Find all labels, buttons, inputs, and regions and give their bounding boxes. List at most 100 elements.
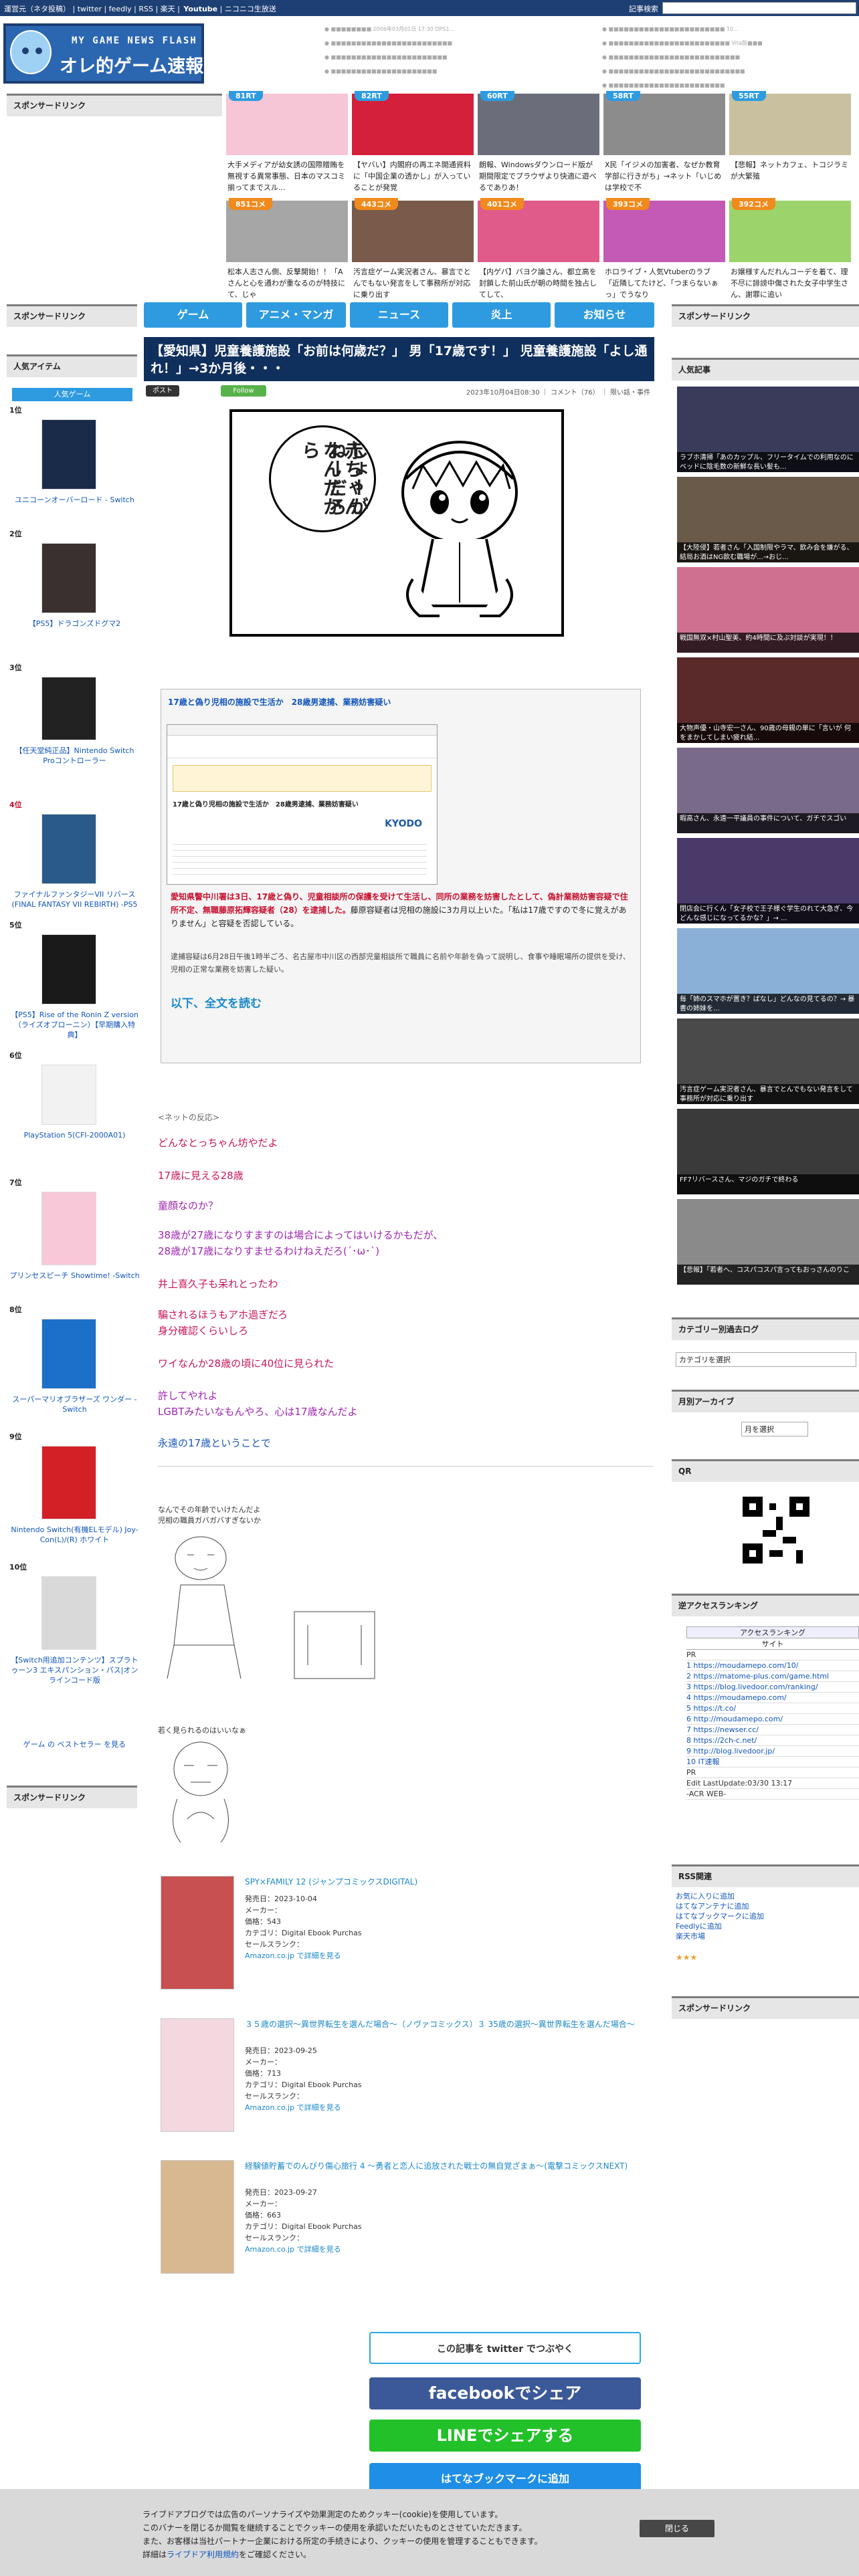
- category-select[interactable]: カテゴリを選択: [676, 1352, 856, 1367]
- bestseller-link[interactable]: ゲーム の ベストセラー を見る: [9, 1739, 140, 1749]
- popular-article[interactable]: 大物声優・山寺宏一さん、90歳の母親の単に「言いが 何をまかしてしまい疲れ結..…: [677, 657, 859, 743]
- nav-enjo[interactable]: 炎上: [452, 302, 551, 328]
- ranking-title[interactable]: 朗報、Windowsダウンロード版が期間限定でプラウザより快適に遊べるでありあ！: [479, 159, 598, 194]
- amazon-link[interactable]: Amazon.co.jp で詳細を見る: [245, 2102, 640, 2113]
- ranking-title[interactable]: ホロライブ・人気Vtuberのラブ「近隣してたけど、「つまらないぁっ」でうなり: [605, 266, 724, 301]
- share-facebook-button[interactable]: facebookでシェア: [369, 2377, 641, 2409]
- terms-link[interactable]: ライブドア利用規約: [167, 2550, 239, 2559]
- month-select[interactable]: 月を選択: [741, 1422, 808, 1436]
- rss-link[interactable]: 楽天市場: [676, 1931, 764, 1941]
- acr-row[interactable]: 7 https://newser.cc/: [686, 1725, 859, 1735]
- ranking-title[interactable]: 汚言症ゲーム実況者さん、暴言でとんでもない発言をして事務所が対応に乗り出す: [353, 266, 472, 301]
- share-twitter-button[interactable]: この記事を twitter でつぶやく: [369, 2332, 641, 2364]
- acr-row[interactable]: 2 https://matome-plus.com/game.html: [686, 1671, 859, 1682]
- ranking-card[interactable]: 60RT 朗報、Windowsダウンロード版が期間限定でプラウザより快適に遊べるで…: [478, 91, 599, 204]
- nav-anime-manga[interactable]: アニメ・マンガ: [246, 302, 346, 328]
- ranking-card[interactable]: 401コメ 【内ゲバ】バヨク論さん、都立高を封鎖した前山氏が朝の時間を独占してして…: [478, 198, 599, 311]
- header-link[interactable]: ■■■■■■■■ 2006年03月01日 17:30 DPS1...: [324, 22, 619, 36]
- acr-row[interactable]: 1 https://moudamepo.com/10/: [686, 1660, 859, 1671]
- item-name[interactable]: 【PS5】Rise of the Ronin Z version（ライズオブロー…: [9, 1010, 140, 1040]
- niconico-link[interactable]: | ニコニコ生放送: [220, 5, 276, 13]
- item-image[interactable]: [41, 814, 96, 884]
- ranking-thumbnail[interactable]: [478, 94, 599, 155]
- acr-row[interactable]: 10 IT速報: [686, 1757, 859, 1767]
- popular-article-title[interactable]: 戦国無双×村山聖美、約4時間に及ぶ対談が実現！！: [677, 633, 859, 653]
- header-link[interactable]: ■■■■■■■■■■■■■■■■■■■■■■■ 10...: [602, 22, 856, 36]
- item-name[interactable]: PlayStation 5(CFI-2000A01): [9, 1130, 140, 1140]
- item-image[interactable]: [41, 677, 96, 740]
- popular-article[interactable]: 暇高さん、永遠一平議員の事件について、ガチでスゴい: [677, 748, 859, 833]
- item-name[interactable]: Nintendo Switch(有機ELモデル) Joy-Con(L)/(R) …: [9, 1525, 140, 1545]
- popular-article[interactable]: 毎「姉のスマホが置き？ばなし」どんなの見てるの？→ 暴書の姉妹を...: [677, 928, 859, 1014]
- item-name[interactable]: 【任天堂純正品】Nintendo Switch Proコントローラー: [9, 746, 140, 766]
- popular-article-title[interactable]: 【大陸侵】若者さん「入国制限やラマ、飲み会を嫌がる、結局お酒はNG飲む職場が..…: [677, 542, 859, 562]
- acr-row[interactable]: PR: [686, 1767, 859, 1778]
- amazon-link[interactable]: Amazon.co.jp で詳細を見る: [245, 2244, 640, 2255]
- ranking-thumbnail[interactable]: [352, 94, 474, 155]
- header-link[interactable]: ■■■■■■■■■■■■■■■■■■■■■■■■■■: [602, 50, 856, 64]
- product-cover[interactable]: [161, 1876, 234, 1990]
- popular-tab[interactable]: 人気ゲーム: [12, 388, 132, 401]
- header-link[interactable]: ■■■■■■■■■■■■■■■■■■■■■■■: [602, 78, 856, 92]
- ranking-thumbnail[interactable]: [603, 94, 725, 155]
- item-name[interactable]: 【Switch用追加コンテンツ】スプラトゥーン3 エキスパンション・パス|オンラ…: [9, 1655, 140, 1685]
- youtube-link[interactable]: Youtube: [183, 5, 217, 13]
- item-name[interactable]: 【PS5】ドラゴンズドグマ2: [9, 619, 140, 629]
- ranking-card[interactable]: 82RT 【ヤバい】内閣府の再エネ開通資料に「中国企業の透かし」が入っていることが…: [352, 91, 474, 204]
- popular-article-title[interactable]: ラブホ清掃「あのカップル、フリータイムでの利用なのにベッドに陰毛数の新鮮な長い髪…: [677, 452, 859, 472]
- item-image[interactable]: [41, 1065, 96, 1125]
- ranking-title[interactable]: 【悲報】ネットカフェ、トコジラミが大繁殖: [731, 159, 850, 194]
- item-name[interactable]: ファイナルファンタジーVII リバース(FINAL FANTASY VII RE…: [9, 889, 140, 909]
- rss-link[interactable]: お気に入りに追加: [676, 1891, 764, 1901]
- acr-row[interactable]: 6 http://moudamepo.com/: [686, 1714, 859, 1725]
- product-title[interactable]: ３５歳の選択～異世界転生を選んだ場合～（ノヴァコミックス）３ 35歳の選択～異世…: [245, 2018, 640, 2030]
- product-title[interactable]: 経験値貯蓄でのんびり傷心旅行 4 ～勇者と恋人に追放された戦士の無自覚ざまぁ～(…: [245, 2160, 640, 2172]
- rss-link[interactable]: はてなアンテナに追加: [676, 1901, 764, 1911]
- item-image[interactable]: [41, 1446, 96, 1519]
- acr-row[interactable]: -ACR WEB-: [686, 1789, 859, 1800]
- ranking-card[interactable]: 443コメ 汚言症ゲーム実況者さん、暴言でとんでもない発言をして事務所が対応に乗り…: [352, 198, 474, 311]
- tweet-button[interactable]: ポスト: [146, 385, 179, 397]
- acr-row[interactable]: 3 https://blog.livedoor.com/ranking/: [686, 1682, 859, 1693]
- follow-button[interactable]: Follow: [221, 385, 266, 397]
- item-name[interactable]: プリンセスピーチ Showtime! -Switch: [9, 1271, 140, 1281]
- header-link[interactable]: ■■■■■■■■■■■■■■■■■■■■■■■: [324, 50, 619, 64]
- ranking-card[interactable]: 392コメ お嬢様すんだれんコーデを着て、理不尽に誹謗中傷された女子中学生さん、謝…: [729, 198, 851, 311]
- header-link[interactable]: ■■■■■■■■■■■■■■■■■■■■■■■■ Vita版■■■: [602, 36, 856, 50]
- item-image[interactable]: [41, 419, 96, 490]
- ranking-card[interactable]: 55RT 【悲報】ネットカフェ、トコジラミが大繁殖: [729, 91, 851, 204]
- acr-row[interactable]: Edit LastUpdate:03/30 13:17: [686, 1778, 859, 1789]
- nav-info[interactable]: お知らせ: [555, 302, 654, 328]
- acr-row[interactable]: 8 https://2ch-c.net/: [686, 1735, 859, 1746]
- nav-news[interactable]: ニュース: [350, 302, 448, 328]
- acr-row[interactable]: 4 https://moudamepo.com/: [686, 1693, 859, 1703]
- site-logo[interactable]: MY GAME NEWS FLASH オレ的ゲーム速報@JIN: [3, 23, 250, 84]
- item-image[interactable]: [41, 1192, 96, 1265]
- acr-row[interactable]: PR: [686, 1650, 859, 1660]
- popular-article-title[interactable]: 【悲報】「若者へ、コスパコスパ言ってもおっさんのりこ: [677, 1265, 859, 1285]
- ranking-title[interactable]: 大手メディアが幼女誘の国際贈賄を無視する異常事態、日本のマスコミ揃ってまでスル.…: [227, 159, 347, 194]
- ranking-card[interactable]: 851コメ 松本人志さん側、反撃開始！！「Aさんと心を通わが重なるのが特技にて、じ…: [226, 198, 348, 311]
- popular-article-title[interactable]: 閉店会に行くん「女子校で王子様ぐ学生のれて大急ぎ、今どんな感じになってるかな？」…: [677, 903, 859, 924]
- item-name[interactable]: スーパーマリオブラザーズ ワンダー -Switch: [9, 1394, 140, 1414]
- share-line-button[interactable]: LINEでシェアする: [369, 2420, 641, 2452]
- acr-row[interactable]: 9 http://blog.livedoor.jp/: [686, 1746, 859, 1757]
- product-cover[interactable]: [161, 2018, 234, 2132]
- nav-game[interactable]: ゲーム: [144, 302, 242, 328]
- ranking-thumbnail[interactable]: [226, 94, 348, 155]
- ranking-card[interactable]: 393コメ ホロライブ・人気Vtuberのラブ「近隣してたけど、「つまらないぁっ」…: [603, 198, 725, 311]
- source-heading[interactable]: 17歳と偽り児相の施設で生活か 28歳男逮捕、業務妨害疑い: [168, 696, 634, 708]
- acr-row[interactable]: 5 https://t.co/: [686, 1703, 859, 1714]
- popular-article[interactable]: ラブホ清掃「あのカップル、フリータイムでの利用なのにベッドに陰毛数の新鮮な長い髪…: [677, 387, 859, 472]
- product-cover[interactable]: [161, 2160, 234, 2274]
- popular-article-title[interactable]: FF7リバースさん、マジのガチで終わる: [677, 1174, 859, 1194]
- ranking-title[interactable]: お嬢様すんだれんコーデを着て、理不尽に誹謗中傷された女子中学生さん、謝罪に追い: [731, 266, 850, 301]
- item-image[interactable]: [41, 1319, 96, 1389]
- item-name[interactable]: ユニコーンオーバーロード - Switch: [9, 495, 140, 505]
- popular-article-title[interactable]: 暇高さん、永遠一平議員の事件について、ガチでスゴい: [677, 813, 859, 833]
- rss-link[interactable]: Feedlyに追加: [676, 1921, 764, 1931]
- item-image[interactable]: [41, 543, 96, 613]
- popular-article[interactable]: 【大陸侵】若者さん「入国制限やラマ、飲み会を嫌がる、結局お酒はNG飲む職場が..…: [677, 477, 859, 562]
- popular-article-title[interactable]: 毎「姉のスマホが置き？ばなし」どんなの見てるの？→ 暴書の姉妹を...: [677, 994, 859, 1014]
- ranking-title[interactable]: 【内ゲバ】バヨク論さん、都立高を封鎖した前山氏が朝の時間を独占してして、: [479, 266, 598, 301]
